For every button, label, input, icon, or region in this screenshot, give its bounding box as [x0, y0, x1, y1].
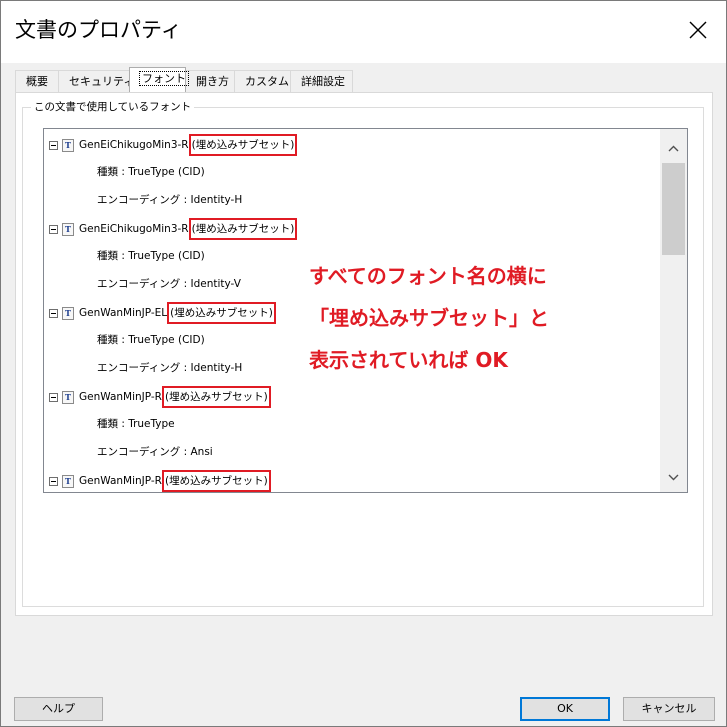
truetype-font-icon: T: [62, 474, 74, 488]
font-type: 種類 : TrueType (CID): [97, 334, 205, 346]
truetype-font-icon: T: [62, 222, 74, 236]
cancel-button[interactable]: キャンセル: [623, 697, 715, 721]
font-type: 種類 : TrueType: [97, 418, 175, 430]
tab-fonts[interactable]: フォント: [129, 67, 189, 92]
annotation-line-3: 表示されていれば OK: [309, 348, 508, 372]
font-name: GenWanMinJP-EL: [79, 307, 168, 319]
scroll-thumb[interactable]: [662, 163, 685, 255]
close-button[interactable]: [670, 1, 726, 59]
font-name: GenWanMinJP-R: [79, 475, 162, 487]
dialog-title: 文書のプロパティ: [15, 18, 182, 42]
font-name: GenEiChikugoMin3-R: [79, 223, 189, 235]
embedded-subset-label: (埋め込みサブセット): [188, 218, 298, 240]
annotation-note: すべてのフォント名の横に 「埋め込みサブセット」と 表示されていれば OK: [309, 255, 639, 381]
title-bar: 文書のプロパティ: [1, 1, 726, 63]
annotation-line-1: すべてのフォント名の横に: [309, 264, 547, 288]
tab-overview[interactable]: 概要: [15, 70, 59, 92]
chevron-down-icon: [668, 474, 679, 480]
font-item[interactable]: T GenWanMinJP-R (埋め込みサブセット): [49, 470, 271, 492]
font-name: GenEiChikugoMin3-R: [79, 139, 189, 151]
tab-strip: 概要 セキュリティ フォント 開き方 カスタム 詳細設定: [15, 67, 353, 92]
minus-icon[interactable]: [49, 224, 58, 234]
tab-custom[interactable]: カスタム: [234, 70, 291, 92]
scroll-down-button[interactable]: [660, 466, 687, 488]
font-item[interactable]: T GenEiChikugoMin3-R (埋め込みサブセット): [49, 218, 298, 240]
chevron-up-icon: [668, 145, 679, 151]
embedded-subset-label: (埋め込みサブセット): [161, 386, 271, 408]
embedded-subset-label: (埋め込みサブセット): [188, 134, 298, 156]
fonts-panel: この文書で使用しているフォント T GenEiChikugoMin3-R (埋め込…: [15, 92, 713, 616]
close-icon: [689, 21, 707, 39]
minus-icon[interactable]: [49, 476, 58, 486]
scroll-up-button[interactable]: [660, 137, 687, 159]
font-tree: T GenEiChikugoMin3-R (埋め込みサブセット) 種類 : Tru…: [44, 129, 660, 492]
minus-icon[interactable]: [49, 308, 58, 318]
embedded-subset-label: (埋め込みサブセット): [167, 302, 276, 324]
font-encoding: エンコーディング : Identity-H: [97, 194, 243, 206]
font-item[interactable]: T GenWanMinJP-EL (埋め込みサブセット): [49, 302, 276, 324]
tab-fonts-label: フォント: [139, 71, 189, 86]
font-item[interactable]: T GenEiChikugoMin3-R (埋め込みサブセット): [49, 134, 298, 156]
font-encoding: エンコーディング : Ansi: [97, 446, 213, 458]
truetype-font-icon: T: [62, 138, 74, 152]
truetype-font-icon: T: [62, 306, 74, 320]
document-properties-dialog: 文書のプロパティ 概要 セキュリティ フォント 開き方 カスタム 詳細設定 この…: [0, 0, 727, 727]
font-type: 種類 : TrueType (CID): [97, 250, 205, 262]
help-button[interactable]: ヘルプ: [14, 697, 103, 721]
tab-advanced[interactable]: 詳細設定: [290, 70, 353, 92]
embedded-subset-label: (埋め込みサブセット): [161, 470, 271, 492]
truetype-font-icon: T: [62, 390, 74, 404]
tab-security[interactable]: セキュリティ: [58, 70, 134, 92]
font-encoding: エンコーディング : Identity-H: [97, 362, 243, 374]
minus-icon[interactable]: [49, 392, 58, 402]
annotation-line-2: 「埋め込みサブセット」と: [309, 306, 549, 330]
font-encoding: エンコーディング : Identity-V: [97, 278, 241, 290]
minus-icon[interactable]: [49, 140, 58, 150]
font-name: GenWanMinJP-R: [79, 391, 162, 403]
fonts-group-label: この文書で使用しているフォント: [31, 100, 195, 114]
font-type: 種類 : TrueType (CID): [97, 166, 205, 178]
font-item[interactable]: T GenWanMinJP-R (埋め込みサブセット): [49, 386, 271, 408]
font-list[interactable]: T GenEiChikugoMin3-R (埋め込みサブセット) 種類 : Tru…: [43, 128, 688, 493]
vertical-scrollbar[interactable]: [660, 129, 687, 492]
tab-initial-view[interactable]: 開き方: [185, 70, 235, 92]
ok-button[interactable]: OK: [520, 697, 610, 721]
